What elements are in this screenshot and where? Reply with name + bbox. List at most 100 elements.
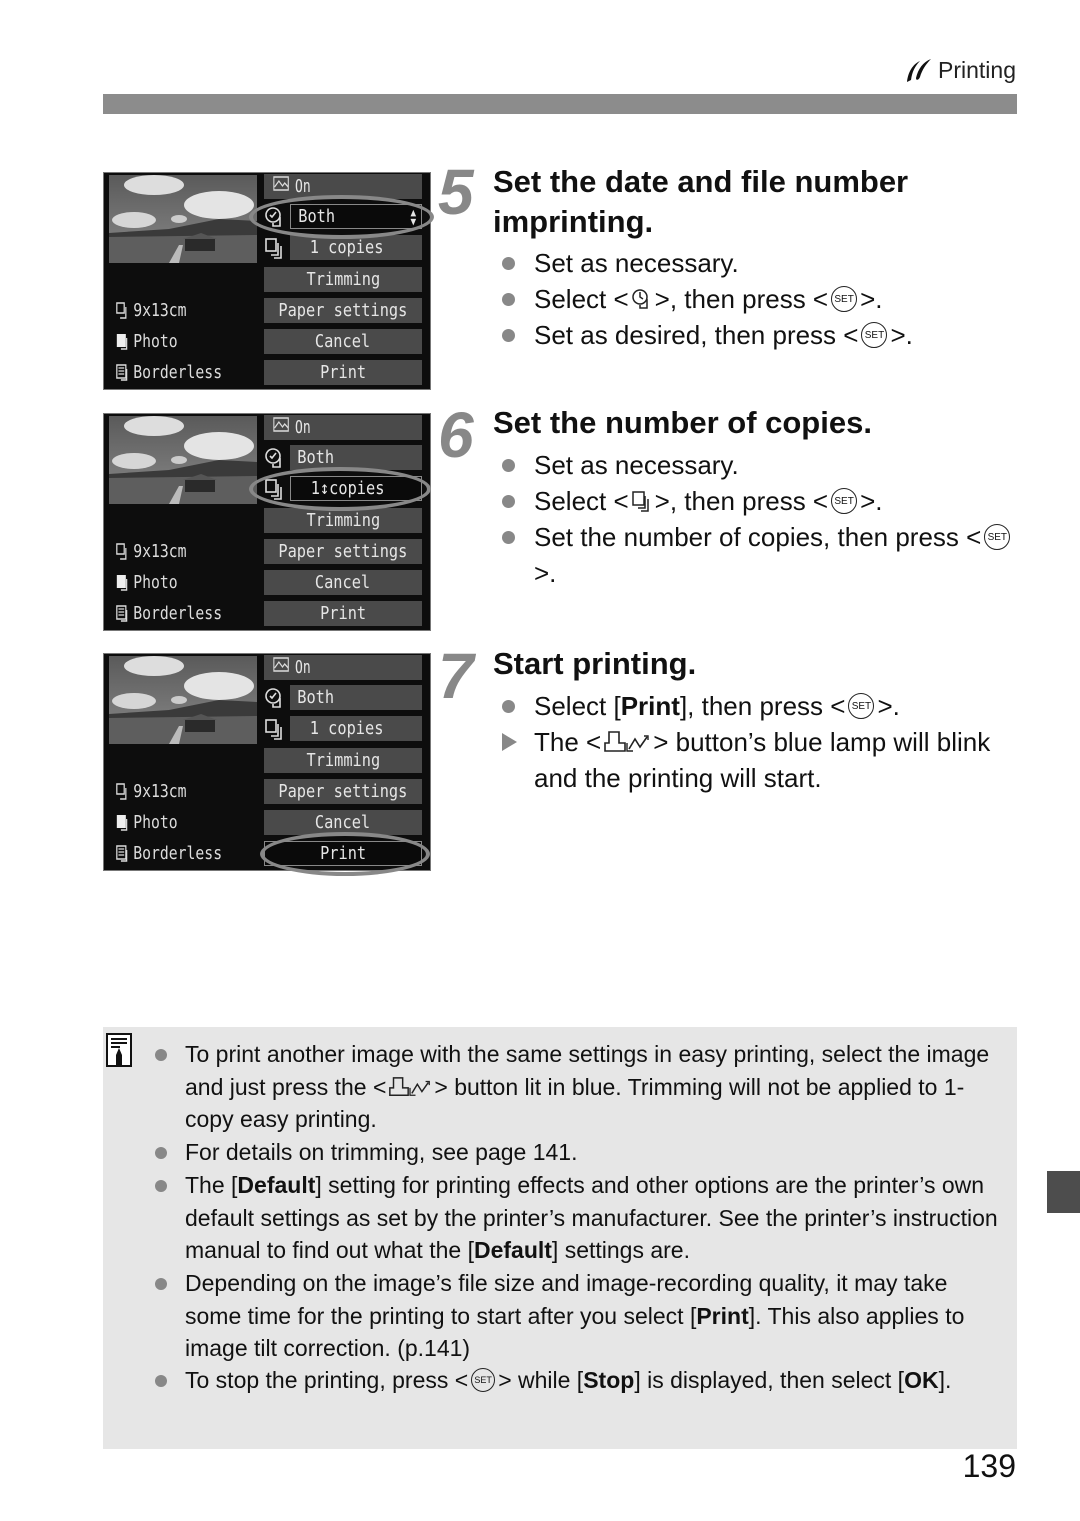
highlight-oval (249, 467, 431, 511)
paper-settings-button[interactable]: Paper settings (264, 779, 422, 804)
bullet: Select < >, then press < SET >. (498, 483, 1018, 519)
layout-icon (116, 363, 131, 382)
bullet-dot (155, 1375, 167, 1387)
bullet: Select [Print], then press < SET >. (498, 688, 1018, 724)
printing-icon (907, 59, 932, 82)
print-button[interactable]: Print (264, 601, 422, 626)
step-title: Set the date and file number imprinting. (493, 164, 909, 239)
bullet-dot (155, 1180, 167, 1192)
bullet-dot (502, 293, 515, 306)
note-item: To stop the printing, press < SET > while … (155, 1364, 1005, 1397)
printing-effect-icon (273, 655, 290, 680)
layout-info: Borderless (116, 843, 222, 864)
bullet-dot (155, 1147, 167, 1159)
copies-icon (264, 237, 288, 259)
date-imprint-row[interactable]: Both (290, 685, 422, 710)
bullet-dot (155, 1049, 167, 1061)
paper-size-icon (116, 301, 131, 320)
bullet-dot (502, 495, 515, 508)
bullet-dot (502, 459, 515, 472)
bullet: Set the number of copies, then press < SE… (498, 519, 1018, 591)
print-share-icon (604, 731, 649, 752)
copies-row[interactable]: 1 copies (290, 716, 422, 741)
set-button-icon: SET (831, 286, 858, 313)
printing-effect-icon (273, 174, 290, 199)
layout-info: Borderless (116, 362, 222, 383)
preview-photo (109, 656, 257, 744)
bullet-dot (502, 531, 515, 544)
section-header: Printing (904, 56, 1016, 84)
step-number: 7 (438, 640, 474, 712)
paper-size-info: 9x13cm (116, 541, 187, 562)
trimming-button[interactable]: Trimming (264, 748, 422, 773)
preview-photo (109, 175, 257, 263)
print-button[interactable]: Print (264, 360, 422, 385)
section-title: Printing (938, 56, 1016, 83)
header-bar (103, 94, 1017, 114)
step-title: Set the number of copies. (493, 405, 872, 440)
lcd-print-screen: 9x13cm Photo Borderless On Both 1 copies Trimm… (103, 653, 431, 876)
highlight-oval (249, 195, 434, 239)
cancel-button[interactable]: Cancel (264, 570, 422, 595)
note-item: The [Default] setting for printing effec… (155, 1169, 1005, 1267)
paper-size-info: 9x13cm (116, 300, 187, 321)
bullet: Set as desired, then press < SET >. (498, 317, 1018, 353)
bullet-dot (502, 700, 515, 713)
trimming-button[interactable]: Trimming (264, 508, 422, 533)
set-button-icon: SET (471, 1367, 496, 1392)
date-imprint-icon (264, 447, 288, 469)
paper-size-icon (116, 542, 131, 561)
layout-info: Borderless (116, 603, 222, 624)
bullet: Set as necessary. (498, 447, 1018, 483)
paper-type-info: Photo (116, 812, 178, 833)
paper-type-icon (116, 814, 131, 832)
date-imprint-icon (631, 289, 648, 309)
note-item: Depending on the image’s file size and i… (155, 1267, 1005, 1365)
bullet-dot (155, 1278, 167, 1290)
note-item: For details on trimming, see page 141. (155, 1136, 1005, 1169)
set-button-icon: SET (861, 322, 888, 349)
copies-row[interactable]: 1 copies (290, 235, 422, 260)
printing-effect-icon (273, 415, 290, 440)
note-box: To print another image with the same set… (103, 1027, 1017, 1449)
paper-settings-button[interactable]: Paper settings (264, 539, 422, 564)
set-button-icon: SET (831, 488, 858, 515)
print-share-icon (389, 1076, 431, 1096)
effect-row[interactable]: On (264, 655, 422, 680)
bullet-dot (502, 329, 515, 342)
bullet: Select < >, then press < SET >. (498, 281, 1018, 317)
date-imprint-icon (264, 687, 288, 709)
step-number: 6 (438, 399, 474, 471)
step-title: Start printing. (493, 646, 697, 681)
lcd-print-screen: 9x13cm Photo Borderless On Both 1↕copies Trimm… (103, 413, 431, 631)
paper-type-icon (116, 574, 131, 592)
page-number: 139 (962, 1448, 1016, 1484)
lcd-print-screen: 9x13cm Photo Borderless On Both ▲ ▼ 1 copies Tri… (103, 172, 434, 390)
layout-icon (116, 844, 131, 863)
cancel-button[interactable]: Cancel (264, 329, 422, 354)
paper-type-icon (116, 333, 131, 351)
set-button-icon: SET (848, 693, 875, 720)
preview-photo (109, 416, 257, 504)
layout-icon (116, 604, 131, 623)
paper-type-info: Photo (116, 572, 178, 593)
chapter-thumb-tab (1047, 1171, 1080, 1213)
effect-row[interactable]: On (264, 415, 422, 440)
copies-icon (264, 718, 288, 740)
paper-settings-button[interactable]: Paper settings (264, 298, 422, 323)
trimming-button[interactable]: Trimming (264, 267, 422, 292)
highlight-oval (260, 832, 430, 876)
paper-type-info: Photo (116, 331, 178, 352)
result: The < > button’s blue lamp will blink and… (498, 724, 1018, 796)
result-arrow-icon (502, 733, 517, 751)
date-imprint-row[interactable]: Both (290, 445, 422, 470)
memo-icon (106, 1033, 132, 1067)
bullet: Set as necessary. (498, 245, 1018, 281)
set-button-icon: SET (984, 524, 1011, 551)
bullet-dot (502, 257, 515, 270)
paper-size-icon (116, 782, 131, 801)
copies-icon (631, 491, 649, 512)
step-number: 5 (438, 156, 474, 228)
paper-size-info: 9x13cm (116, 781, 187, 802)
note-item: To print another image with the same set… (155, 1038, 1005, 1136)
